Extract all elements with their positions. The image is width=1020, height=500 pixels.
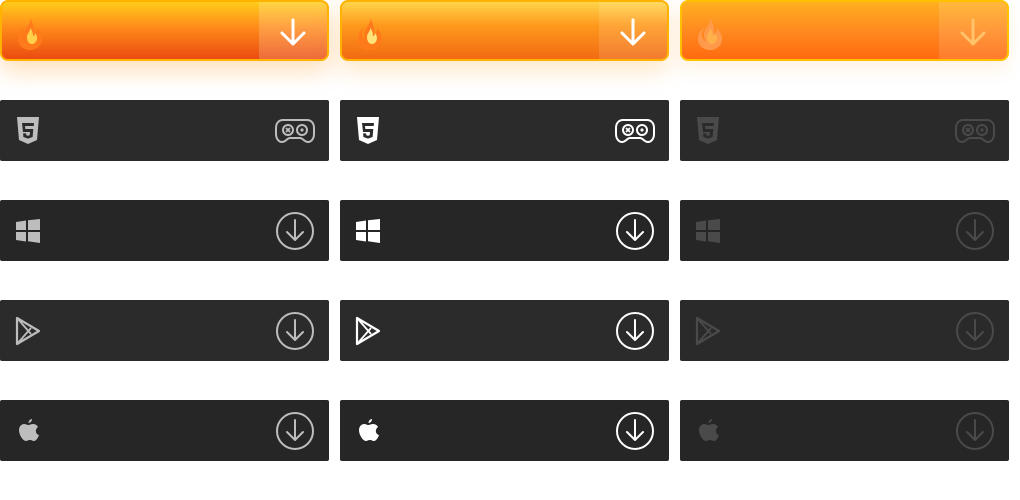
gamepad-icon bbox=[275, 111, 315, 151]
download-circle-icon bbox=[615, 311, 655, 351]
fire-download-button-normal[interactable] bbox=[0, 0, 329, 61]
download-circle-icon bbox=[955, 311, 995, 351]
windows-icon bbox=[352, 215, 384, 247]
download-circle-icon bbox=[615, 411, 655, 451]
apple-icon bbox=[352, 415, 384, 447]
windows-download-button-normal[interactable] bbox=[0, 200, 329, 261]
gamepad-icon bbox=[615, 111, 655, 151]
html5-icon bbox=[12, 115, 44, 147]
google-play-icon bbox=[12, 315, 44, 347]
google-play-download-button-hover[interactable] bbox=[340, 300, 669, 361]
html5-play-button-disabled bbox=[680, 100, 1009, 161]
apple-download-button-hover[interactable] bbox=[340, 400, 669, 461]
windows-download-button-hover[interactable] bbox=[340, 200, 669, 261]
html5-icon bbox=[352, 115, 384, 147]
google-play-download-button-disabled bbox=[680, 300, 1009, 361]
google-play-icon bbox=[692, 315, 724, 347]
html5-icon bbox=[692, 115, 724, 147]
download-circle-icon bbox=[275, 411, 315, 451]
download-circle-icon bbox=[275, 311, 315, 351]
fire-download-button-disabled bbox=[680, 0, 1009, 61]
google-play-download-button-normal[interactable] bbox=[0, 300, 329, 361]
download-button-grid bbox=[0, 0, 1020, 500]
google-play-icon bbox=[352, 315, 384, 347]
fire-download-button-hover[interactable] bbox=[340, 0, 669, 61]
windows-icon bbox=[12, 215, 44, 247]
arrow-down-icon bbox=[273, 13, 313, 53]
download-circle-icon bbox=[275, 211, 315, 251]
windows-download-button-disabled bbox=[680, 200, 1009, 261]
fire-icon bbox=[14, 17, 46, 50]
arrow-down-icon bbox=[613, 13, 653, 53]
gamepad-icon bbox=[955, 111, 995, 151]
download-circle-icon bbox=[615, 211, 655, 251]
fire-icon bbox=[354, 17, 386, 50]
windows-icon bbox=[692, 215, 724, 247]
arrow-down-icon bbox=[953, 13, 993, 53]
html5-play-button-normal[interactable] bbox=[0, 100, 329, 161]
apple-download-button-disabled bbox=[680, 400, 1009, 461]
apple-icon bbox=[692, 415, 724, 447]
apple-download-button-normal[interactable] bbox=[0, 400, 329, 461]
download-circle-icon bbox=[955, 411, 995, 451]
download-circle-icon bbox=[955, 211, 995, 251]
html5-play-button-hover[interactable] bbox=[340, 100, 669, 161]
fire-icon bbox=[694, 17, 726, 50]
apple-icon bbox=[12, 415, 44, 447]
